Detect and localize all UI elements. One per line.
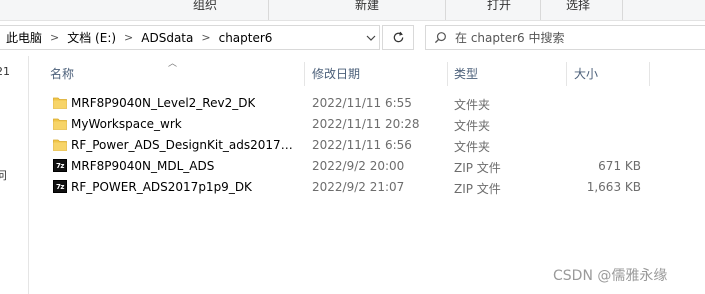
file-row[interactable]: 7z RF_POWER_ADS2017p1p9_DK 2022/9/2 21:0…	[48, 177, 648, 197]
file-row[interactable]: RF_Power_ADS_DesignKit_ads2017p1... 2022…	[48, 135, 648, 155]
search-placeholder: 在 chapter6 中搜索	[455, 31, 565, 45]
file-name[interactable]: MRF8P9040N_Level2_Rev2_DK	[71, 96, 255, 110]
ribbon-divider	[445, 0, 446, 20]
ribbon-divider	[622, 0, 623, 20]
column-header-date[interactable]: 修改日期	[305, 56, 447, 88]
ribbon-group-organize[interactable]: 组织	[193, 0, 217, 13]
refresh-icon	[393, 31, 403, 43]
column-header-name[interactable]: 名称	[48, 56, 304, 88]
file-type: 文件夹	[454, 98, 491, 112]
breadcrumb-chapter6[interactable]: chapter6	[219, 31, 273, 45]
breadcrumb-drive-e[interactable]: 文档 (E:)	[67, 29, 116, 46]
file-name[interactable]: RF_POWER_ADS2017p1p9_DK	[71, 180, 252, 194]
file-name[interactable]: MyWorkspace_wrk	[71, 117, 182, 131]
ribbon-divider	[540, 0, 541, 20]
file-type: ZIP 文件	[454, 182, 501, 196]
7zip-icon: 7z	[53, 159, 67, 172]
ribbon-divider	[268, 0, 269, 20]
file-name[interactable]: MRF8P9040N_MDL_ADS	[71, 159, 214, 173]
file-type: 文件夹	[454, 119, 491, 133]
column-header-size[interactable]: 大小	[567, 56, 649, 88]
folder-icon	[53, 97, 67, 109]
address-bar[interactable]: 此电脑 > 文档 (E:) > ADSdata > chapter6	[0, 25, 380, 50]
ribbon-bar: 组织 新建 打开 选择	[0, 0, 705, 21]
breadcrumb-this-pc[interactable]: 此电脑	[6, 29, 42, 46]
file-row[interactable]: MRF8P9040N_Level2_Rev2_DK 2022/11/11 6:5…	[48, 93, 648, 113]
file-size: 1,663 KB	[586, 180, 641, 194]
breadcrumb-chevron-icon[interactable]: >	[50, 31, 59, 44]
refresh-button[interactable]	[382, 25, 414, 50]
file-modified-date: 2022/11/11 20:28	[312, 117, 420, 131]
file-type: 文件夹	[454, 140, 491, 154]
ribbon-group-open[interactable]: 打开	[487, 0, 511, 13]
file-row[interactable]: 7z MRF8P9040N_MDL_ADS 2022/9/2 20:00 ZIP…	[48, 156, 648, 176]
column-divider[interactable]	[649, 62, 650, 86]
file-modified-date: 2022/9/2 21:07	[312, 180, 405, 194]
navigation-bar: 此电脑 > 文档 (E:) > ADSdata > chapter6 在 cha…	[0, 21, 705, 55]
ribbon-group-new[interactable]: 新建	[355, 0, 379, 13]
search-icon	[434, 32, 446, 44]
file-modified-date: 2022/11/11 6:56	[312, 138, 412, 152]
breadcrumb-adsdata[interactable]: ADSdata	[141, 31, 193, 45]
ribbon-group-select[interactable]: 选择	[566, 0, 590, 13]
file-modified-date: 2022/11/11 6:55	[312, 96, 412, 110]
column-header-type[interactable]: 类型	[448, 56, 566, 88]
watermark-text: CSDN @儒雅永缘	[553, 268, 668, 284]
navigation-pane[interactable]: 21 问	[0, 56, 29, 294]
file-row[interactable]: MyWorkspace_wrk 2022/11/11 20:28 文件夹	[48, 114, 648, 134]
file-modified-date: 2022/9/2 20:00	[312, 159, 405, 173]
file-name[interactable]: RF_Power_ADS_DesignKit_ads2017p1...	[71, 138, 296, 152]
nav-item-fragment[interactable]: 21	[0, 65, 10, 78]
search-box[interactable]: 在 chapter6 中搜索	[425, 25, 705, 50]
folder-icon	[53, 118, 67, 130]
address-history-dropdown-icon[interactable]	[360, 25, 382, 50]
breadcrumb-chevron-icon[interactable]: >	[124, 31, 133, 44]
nav-item-fragment[interactable]: 问	[0, 167, 7, 183]
breadcrumb-chevron-icon[interactable]: >	[201, 31, 210, 44]
file-type: ZIP 文件	[454, 161, 501, 175]
folder-icon	[53, 139, 67, 151]
file-size: 671 KB	[598, 159, 641, 173]
7zip-icon: 7z	[53, 180, 67, 193]
